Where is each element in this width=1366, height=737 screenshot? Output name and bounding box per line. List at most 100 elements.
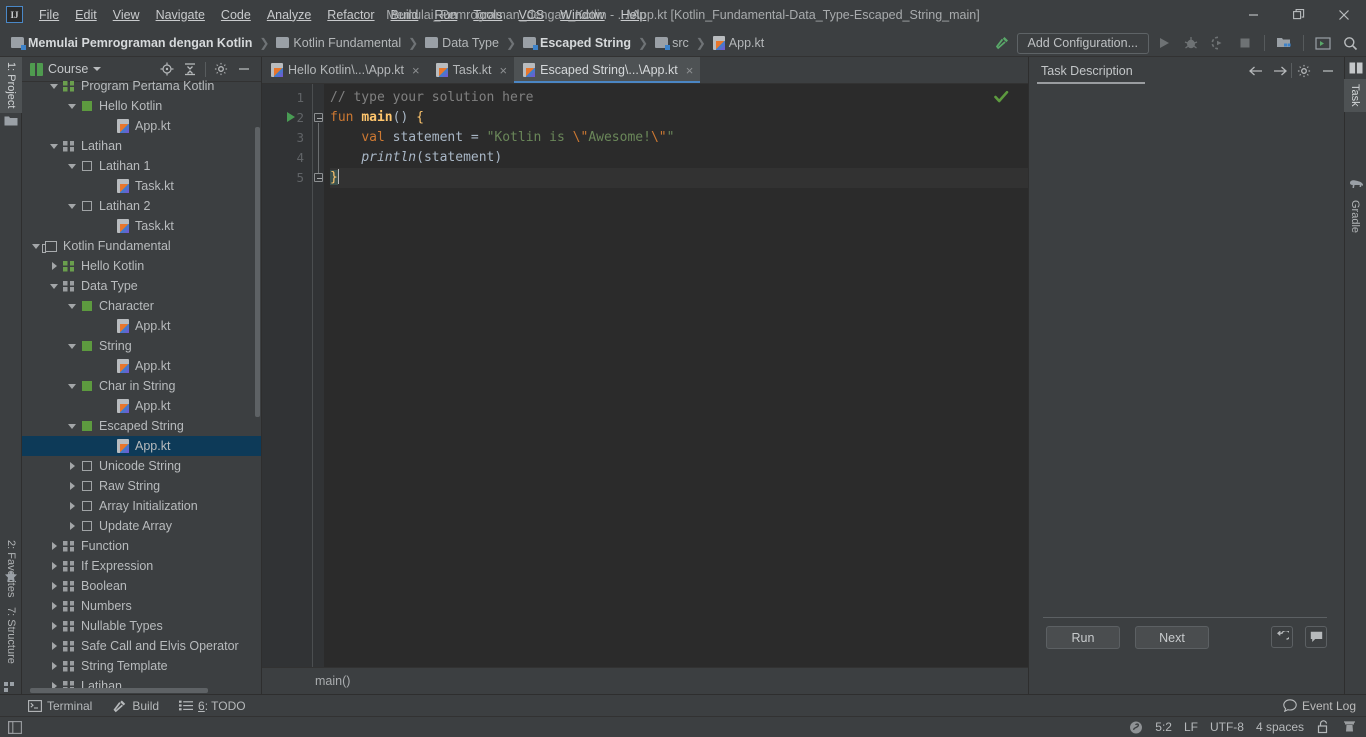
breadcrumb-item-kotlin-fundamental[interactable]: Kotlin Fundamental: [273, 35, 404, 51]
tab-escaped-string-app[interactable]: Escaped String\...\App.kt ×: [514, 57, 701, 83]
tree-item[interactable]: Function: [22, 536, 261, 556]
reset-task-icon[interactable]: [1271, 626, 1293, 648]
tree-item[interactable]: Raw String: [22, 476, 261, 496]
event-log-area[interactable]: Event Log: [1283, 699, 1366, 713]
breadcrumb-item-src[interactable]: src: [652, 35, 692, 51]
close-icon[interactable]: ×: [500, 63, 508, 78]
sidebar-item-task[interactable]: Task: [1344, 79, 1366, 112]
next-button[interactable]: Next: [1135, 626, 1209, 649]
tab-task-kt[interactable]: Task.kt ×: [427, 57, 515, 83]
chevron-down-icon[interactable]: [66, 296, 78, 316]
tab-task-description[interactable]: Task Description: [1029, 57, 1145, 84]
tree-item[interactable]: Array Initialization: [22, 496, 261, 516]
sidebar-item-todo[interactable]: 6: TODO: [169, 699, 256, 713]
inspections-ok-check-icon[interactable]: [994, 90, 1009, 104]
chevron-down-icon[interactable]: [66, 336, 78, 356]
breadcrumb-item-app-kt[interactable]: App.kt: [710, 35, 767, 51]
tree-item[interactable]: Kotlin Fundamental: [22, 236, 261, 256]
run-with-coverage-icon[interactable]: [1206, 31, 1230, 55]
caret-position[interactable]: 5:2: [1155, 720, 1172, 734]
menu-navigate[interactable]: Navigate: [148, 5, 213, 25]
chevron-right-icon[interactable]: [48, 636, 60, 656]
project-tree-horizontal-scrollbar[interactable]: [30, 688, 208, 693]
tree-item[interactable]: App.kt: [22, 436, 261, 456]
read-write-lock-icon[interactable]: [1316, 720, 1330, 734]
chevron-right-icon[interactable]: [48, 616, 60, 636]
breadcrumb-item-project[interactable]: Memulai Pemrograman dengan Kotlin: [8, 35, 255, 51]
chevron-right-icon[interactable]: [48, 576, 60, 596]
build-hammer-icon[interactable]: [990, 31, 1014, 55]
chevron-down-icon[interactable]: [48, 136, 60, 156]
chevron-right-icon[interactable]: [48, 256, 60, 276]
menu-refactor[interactable]: Refactor: [319, 5, 382, 25]
chevron-down-icon[interactable]: [66, 156, 78, 176]
restore-icon[interactable]: [1276, 0, 1321, 29]
run-gutter-icon[interactable]: [287, 112, 295, 122]
stop-icon[interactable]: [1233, 31, 1257, 55]
close-icon[interactable]: [1321, 0, 1366, 29]
toggle-toolwindow-icon[interactable]: [8, 720, 22, 734]
chevron-right-icon[interactable]: [48, 536, 60, 556]
chevron-right-icon[interactable]: [48, 556, 60, 576]
gradle-sync-icon[interactable]: [1129, 720, 1143, 734]
indent-setting[interactable]: 4 spaces: [1256, 720, 1304, 734]
tree-item[interactable]: Program Pertama Kotlin: [22, 76, 261, 96]
tree-item[interactable]: Task.kt: [22, 216, 261, 236]
add-configuration-button[interactable]: Add Configuration...: [1016, 32, 1149, 54]
code-editor[interactable]: 1 2 3 4 5 // type your solution here fun…: [262, 84, 1028, 667]
editor-gutter[interactable]: 1 2 3 4 5: [262, 84, 312, 667]
menu-code[interactable]: Code: [213, 5, 259, 25]
chevron-down-icon[interactable]: [66, 416, 78, 436]
menu-vcs[interactable]: VCS: [510, 5, 552, 25]
debug-icon[interactable]: [1179, 31, 1203, 55]
chevron-right-icon[interactable]: [66, 456, 78, 476]
menu-tools[interactable]: Tools: [465, 5, 510, 25]
tree-item[interactable]: Char in String: [22, 376, 261, 396]
close-icon[interactable]: ×: [686, 63, 694, 78]
chevron-right-icon[interactable]: [66, 516, 78, 536]
sidebar-item-gradle[interactable]: Gradle: [1344, 195, 1366, 238]
run-icon[interactable]: [1152, 31, 1176, 55]
sidebar-item-terminal[interactable]: Terminal: [0, 699, 102, 713]
menu-file[interactable]: File: [31, 5, 67, 25]
menu-analyze[interactable]: Analyze: [259, 5, 319, 25]
line-separator[interactable]: LF: [1184, 720, 1198, 734]
tree-item[interactable]: Escaped String: [22, 416, 261, 436]
minimize-icon[interactable]: [1231, 0, 1276, 29]
chevron-down-icon[interactable]: [66, 96, 78, 116]
chevron-right-icon[interactable]: [48, 656, 60, 676]
search-everywhere-icon[interactable]: [1338, 31, 1362, 55]
menu-build[interactable]: Build: [383, 5, 427, 25]
project-view-selector[interactable]: Course: [24, 62, 102, 76]
hide-panel-icon[interactable]: [1316, 59, 1340, 83]
project-tree-vertical-scrollbar[interactable]: [255, 127, 260, 417]
tree-item[interactable]: Character: [22, 296, 261, 316]
chevron-down-icon[interactable]: [66, 376, 78, 396]
tree-item[interactable]: Data Type: [22, 276, 261, 296]
tree-item[interactable]: Task.kt: [22, 176, 261, 196]
tab-hello-kotlin-app[interactable]: Hello Kotlin\...\App.kt ×: [262, 57, 427, 83]
code-text[interactable]: // type your solution here fun main() { …: [324, 84, 1028, 667]
sidebar-item-structure[interactable]: 7: Structure: [0, 602, 22, 669]
project-tree[interactable]: Program Pertama Kotlin Hello Kotlin App.kt…: [22, 76, 261, 694]
menu-edit[interactable]: Edit: [67, 5, 105, 25]
tree-item[interactable]: Update Array: [22, 516, 261, 536]
tree-item[interactable]: App.kt: [22, 116, 261, 136]
tree-item[interactable]: Boolean: [22, 576, 261, 596]
previous-task-icon[interactable]: [1244, 59, 1268, 83]
breadcrumb-item-escaped-string[interactable]: Escaped String: [520, 35, 634, 51]
run-button[interactable]: Run: [1046, 626, 1120, 649]
chevron-down-icon[interactable]: [66, 196, 78, 216]
tree-item[interactable]: App.kt: [22, 396, 261, 416]
chevron-down-icon[interactable]: [30, 236, 42, 256]
leave-comment-icon[interactable]: [1305, 626, 1327, 648]
chevron-down-icon[interactable]: [48, 76, 60, 96]
close-icon[interactable]: ×: [412, 63, 420, 78]
chevron-right-icon[interactable]: [66, 476, 78, 496]
tree-item[interactable]: String: [22, 336, 261, 356]
tree-item[interactable]: App.kt: [22, 356, 261, 376]
chevron-down-icon[interactable]: [48, 276, 60, 296]
settings-gear-icon[interactable]: [1292, 59, 1316, 83]
tree-item[interactable]: Safe Call and Elvis Operator: [22, 636, 261, 656]
tree-item[interactable]: Hello Kotlin: [22, 256, 261, 276]
